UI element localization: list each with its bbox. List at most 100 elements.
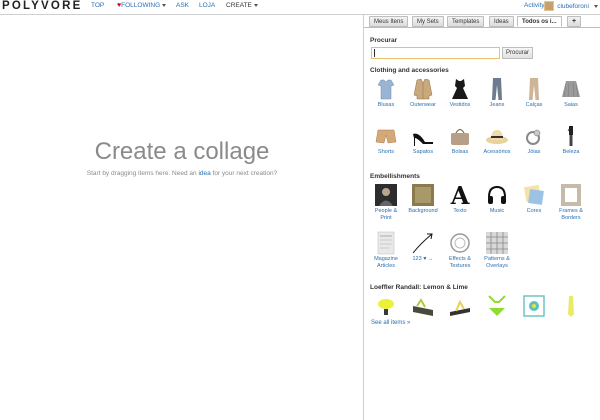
category-label: Jeans (489, 102, 505, 108)
category-magazine-articles[interactable]: Magazine Articles (369, 231, 403, 269)
category-label: Magazine Articles (374, 256, 398, 269)
category-label: Effects & Textures (449, 256, 471, 269)
product-item[interactable] (369, 294, 403, 318)
category-label: Vestidos (449, 102, 471, 108)
category-label: Calças (525, 102, 543, 108)
category-label: Acessórios (483, 149, 511, 155)
category-label: 123 ♥ → (412, 256, 434, 262)
product-item[interactable] (554, 294, 588, 318)
necklace-icon (559, 294, 583, 318)
search-button[interactable]: Procurar (502, 47, 533, 59)
effects-icon (448, 231, 472, 255)
search-input[interactable] (371, 47, 500, 59)
category-patterns-overlays[interactable]: Patterns & Overlays (480, 231, 514, 269)
avatar (544, 1, 555, 11)
category-label: Sapatos (412, 149, 434, 155)
tab-todos-os-itens[interactable]: Todos os i... (517, 16, 562, 27)
frame-icon (559, 183, 583, 207)
collage-canvas[interactable]: Create a collage Start by dragging items… (0, 14, 364, 420)
category-shorts[interactable]: Shorts (369, 124, 403, 156)
product-item[interactable] (406, 294, 440, 318)
category-background[interactable]: Background (406, 183, 440, 215)
category-label: Music (489, 208, 505, 214)
nav-ask-link[interactable]: ASK (176, 2, 189, 9)
idea-link[interactable]: idea (198, 170, 210, 177)
nav-activity-link[interactable]: Activity (524, 2, 545, 9)
category-saias[interactable]: Saias (554, 77, 588, 109)
jacket-icon (411, 77, 435, 101)
nav-top-link[interactable]: TOP (91, 2, 104, 9)
tab-meus-itens[interactable]: Meus Itens (369, 16, 409, 27)
product-item[interactable] (443, 294, 477, 318)
category-cores[interactable]: Cores (517, 183, 551, 215)
browser-tabs: Meus Itens My Sets Templates Ideas Todos… (364, 15, 600, 31)
nav-create-label: CREATE (226, 2, 252, 9)
category-label: Cores (526, 208, 542, 214)
category-jeans[interactable]: Jeans (480, 77, 514, 109)
category-bolsas[interactable]: Bolsas (443, 124, 477, 156)
see-all-items-link[interactable]: See all items » (371, 320, 410, 326)
category-music[interactable]: Music (480, 183, 514, 215)
colors-icon (522, 183, 546, 207)
background-icon (411, 183, 435, 207)
category-label: Saias (564, 102, 578, 108)
top-icon (374, 77, 398, 101)
tab-ideas[interactable]: Ideas (489, 16, 514, 27)
sandal-icon (411, 294, 435, 318)
shorts-icon (374, 124, 398, 148)
category-joias[interactable]: Jóias (517, 124, 551, 156)
category-blusas[interactable]: Blusas (369, 77, 403, 109)
sunglasses-icon (374, 294, 398, 318)
category-label: Frames & Borders (559, 208, 583, 221)
instructions-text-end: for your next creation? (210, 170, 278, 177)
category-sapatos[interactable]: Sapatos (406, 124, 440, 156)
ring-icon (522, 124, 546, 148)
category-beleza[interactable]: Beleza (554, 124, 588, 156)
add-tab-button[interactable]: + (567, 16, 582, 27)
product-item[interactable] (517, 294, 551, 318)
chevron-down-icon (594, 4, 598, 8)
user-menu[interactable]: clubeforoni (544, 0, 598, 12)
category-frames-borders[interactable]: Frames & Borders (554, 183, 588, 221)
category-calcas[interactable]: Calças (517, 77, 551, 109)
category-label: Beleza (562, 149, 580, 155)
tab-my-sets[interactable]: My Sets (412, 16, 444, 27)
instructions-text: Start by dragging items here. Need an (86, 170, 199, 177)
bikini-icon (485, 294, 509, 318)
category-acessorios[interactable]: Acessórios (480, 124, 514, 156)
category-label: Background (408, 208, 438, 214)
product-item[interactable] (480, 294, 514, 318)
clothing-heading: Clothing and accessories (370, 67, 449, 74)
category-texto[interactable]: A Texto (443, 181, 477, 215)
skirt-icon (559, 77, 583, 101)
nav-loja-link[interactable]: LOJA (199, 2, 215, 9)
text-icon: A (448, 181, 472, 210)
category-outerwear[interactable]: Outerwear (406, 77, 440, 109)
category-label: People & Print (374, 208, 398, 221)
category-doodles[interactable]: 123 ♥ → (406, 231, 440, 263)
category-label: Jóias (527, 149, 541, 155)
heels-icon (411, 124, 435, 148)
people-icon (374, 183, 398, 207)
nav-create-menu[interactable]: CREATE (226, 2, 258, 9)
nav-following-menu[interactable]: ♥FOLLOWING (117, 2, 167, 9)
category-people-print[interactable]: People & Print (369, 183, 403, 221)
search-heading: Procurar (370, 37, 398, 44)
category-vestidos[interactable]: Vestidos (443, 77, 477, 109)
category-label: Shorts (378, 149, 394, 155)
canvas-title: Create a collage (94, 138, 270, 165)
jeans-icon (485, 77, 509, 101)
mascara-icon (559, 124, 583, 148)
svg-text:A: A (450, 183, 470, 207)
chevron-down-icon (162, 3, 167, 7)
nav-following-label: FOLLOWING (121, 2, 161, 9)
category-effects-textures[interactable]: Effects & Textures (443, 231, 477, 269)
category-label: Patterns & Overlays (484, 256, 510, 269)
item-browser-panel: Meus Itens My Sets Templates Ideas Todos… (364, 14, 600, 420)
category-label: Blusas (377, 102, 395, 108)
polyvore-logo[interactable]: POLYVORE (2, 0, 82, 12)
text-cursor (374, 49, 375, 57)
tab-templates[interactable]: Templates (447, 16, 485, 27)
tab-divider (364, 27, 600, 28)
chevron-down-icon (253, 3, 258, 7)
